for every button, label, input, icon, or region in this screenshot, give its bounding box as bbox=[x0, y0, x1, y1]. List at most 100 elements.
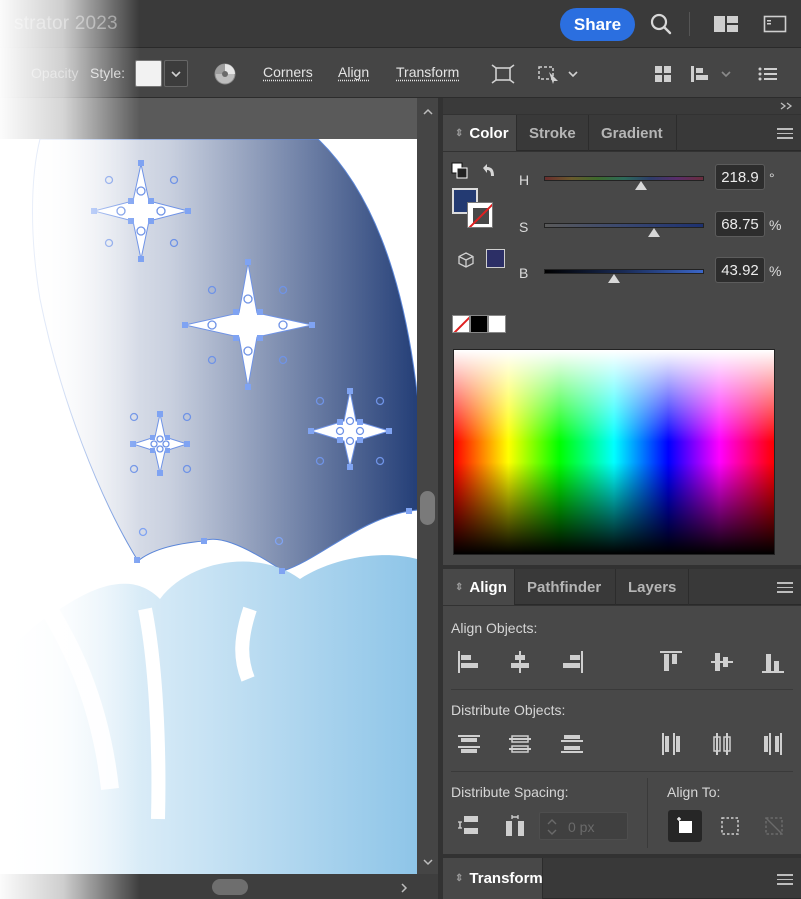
black-swatch[interactable] bbox=[470, 315, 488, 333]
search-icon[interactable] bbox=[647, 10, 675, 38]
color-spectrum[interactable] bbox=[453, 349, 775, 555]
title-divider bbox=[689, 12, 690, 36]
spacing-value: 0 px bbox=[568, 819, 595, 835]
hue-label: H bbox=[519, 172, 530, 188]
align-to-selection-icon[interactable] bbox=[717, 813, 743, 839]
align-vertical-center-icon[interactable] bbox=[709, 649, 735, 675]
swap-icon bbox=[483, 164, 494, 176]
distribute-spacing-label: Distribute Spacing: bbox=[451, 784, 569, 800]
panel-toggle-icon[interactable] bbox=[761, 10, 789, 38]
tab-layers[interactable]: Layers bbox=[616, 569, 689, 605]
saturation-slider-thumb[interactable] bbox=[648, 228, 660, 237]
brightness-value[interactable]: 43.92 bbox=[715, 257, 765, 283]
gamut-swatch[interactable] bbox=[486, 249, 505, 268]
transform-panel-menu-icon[interactable] bbox=[777, 871, 793, 887]
title-bar: strator 2023 Share bbox=[0, 0, 801, 48]
chevron-down-icon[interactable] bbox=[564, 61, 582, 87]
tab-gradient[interactable]: Gradient bbox=[589, 115, 677, 151]
scroll-down-icon bbox=[423, 859, 433, 866]
tab-pathfinder[interactable]: Pathfinder bbox=[515, 569, 616, 605]
canvas-area[interactable] bbox=[0, 98, 438, 899]
saturation-value[interactable]: 68.75 bbox=[715, 211, 765, 237]
vertical-distribute-space-icon[interactable] bbox=[456, 813, 482, 839]
hue-slider[interactable] bbox=[544, 176, 704, 181]
distribute-horizontal-center-icon[interactable] bbox=[709, 731, 735, 757]
align-panel: Align Objects: Distribute Objects: Distr… bbox=[443, 606, 801, 854]
distribute-bottom-icon[interactable] bbox=[559, 731, 585, 757]
color-panel-tabs: ⇕ Color Stroke Gradient bbox=[443, 115, 801, 151]
recolor-icon[interactable] bbox=[212, 61, 238, 87]
align-right-icon[interactable] bbox=[559, 649, 585, 675]
horizontal-distribute-space-icon[interactable] bbox=[502, 813, 528, 839]
scroll-right-icon bbox=[401, 883, 408, 893]
white-swatch[interactable] bbox=[488, 315, 506, 333]
crop-icon[interactable] bbox=[490, 61, 516, 87]
horizontal-scroll-thumb[interactable] bbox=[212, 879, 248, 895]
brightness-slider[interactable] bbox=[544, 269, 704, 274]
align-bottom-icon[interactable] bbox=[760, 649, 786, 675]
chevron-down-icon[interactable] bbox=[717, 61, 735, 87]
control-bar: Opacity Style: Corners Align Transform bbox=[0, 48, 801, 98]
dock-header bbox=[443, 98, 801, 114]
stepper-icon bbox=[547, 819, 557, 835]
align-to-label: Align To: bbox=[667, 784, 721, 800]
saturation-slider[interactable] bbox=[544, 223, 704, 228]
puppet-warp-icon[interactable] bbox=[536, 61, 562, 87]
align-objects-label: Align Objects: bbox=[451, 620, 538, 636]
align-link[interactable]: Align bbox=[338, 64, 369, 80]
hue-slider-thumb[interactable] bbox=[635, 181, 647, 190]
section-divider bbox=[451, 771, 793, 772]
panel-dock: ⇕ Color Stroke Gradient H 218.9 ° S 68.75… bbox=[443, 98, 801, 899]
tab-transform[interactable]: ⇕ Transform bbox=[443, 858, 543, 899]
artboard[interactable] bbox=[0, 139, 417, 874]
section-divider bbox=[451, 689, 793, 690]
align-to-artboard-button[interactable] bbox=[668, 810, 702, 842]
align-menu-icon[interactable] bbox=[688, 61, 714, 87]
vertical-scrollbar[interactable] bbox=[417, 98, 438, 875]
none-swatch[interactable] bbox=[452, 315, 470, 333]
list-icon[interactable] bbox=[755, 61, 781, 87]
stroke-swatch[interactable] bbox=[467, 202, 493, 228]
collapse-icon bbox=[780, 102, 793, 110]
corners-link[interactable]: Corners bbox=[263, 64, 313, 80]
distribute-vertical-center-icon[interactable] bbox=[507, 731, 533, 757]
saturation-label: S bbox=[519, 219, 529, 235]
hue-value[interactable]: 218.9 bbox=[715, 164, 765, 190]
hue-unit: ° bbox=[769, 170, 775, 186]
style-dropdown[interactable] bbox=[164, 60, 188, 87]
artboard-icon bbox=[677, 817, 692, 833]
brightness-slider-thumb[interactable] bbox=[608, 274, 620, 283]
transform-link[interactable]: Transform bbox=[396, 64, 459, 80]
color-panel-menu-icon[interactable] bbox=[777, 125, 793, 141]
chevron-down-icon bbox=[171, 70, 181, 77]
align-left-icon[interactable] bbox=[456, 649, 482, 675]
distribute-left-icon[interactable] bbox=[658, 731, 684, 757]
brightness-unit: % bbox=[769, 263, 782, 279]
align-to-key-object-icon[interactable] bbox=[761, 813, 787, 839]
spacing-field[interactable]: 0 px bbox=[539, 812, 628, 840]
tab-stroke[interactable]: Stroke bbox=[517, 115, 589, 151]
align-horizontal-center-icon[interactable] bbox=[507, 649, 533, 675]
brightness-label: B bbox=[519, 265, 529, 281]
app-title: strator 2023 bbox=[14, 13, 118, 34]
align-grid-icon[interactable] bbox=[650, 61, 676, 87]
saturation-unit: % bbox=[769, 217, 782, 233]
workspace-icon[interactable] bbox=[712, 10, 740, 38]
distribute-right-icon[interactable] bbox=[760, 731, 786, 757]
share-button[interactable]: Share bbox=[560, 8, 635, 41]
tab-align[interactable]: ⇕ Align bbox=[443, 569, 515, 605]
vertical-scroll-thumb[interactable] bbox=[420, 491, 435, 525]
distribute-top-icon[interactable] bbox=[456, 731, 482, 757]
default-fill-stroke-icon bbox=[451, 162, 468, 179]
scroll-up-icon bbox=[423, 108, 433, 115]
night-sky-shape bbox=[32, 139, 417, 572]
section-divider bbox=[647, 778, 648, 848]
opacity-label[interactable]: Opacity bbox=[31, 65, 78, 81]
style-swatch[interactable] bbox=[135, 60, 162, 87]
tab-color[interactable]: ⇕ Color bbox=[443, 115, 517, 151]
color-panel: H 218.9 ° S 68.75 % B 43.92 % bbox=[443, 152, 801, 565]
align-top-icon[interactable] bbox=[658, 649, 684, 675]
horizontal-scrollbar[interactable] bbox=[0, 874, 438, 899]
transform-panel-tabs: ⇕ Transform bbox=[443, 858, 801, 899]
align-panel-menu-icon[interactable] bbox=[777, 579, 793, 595]
